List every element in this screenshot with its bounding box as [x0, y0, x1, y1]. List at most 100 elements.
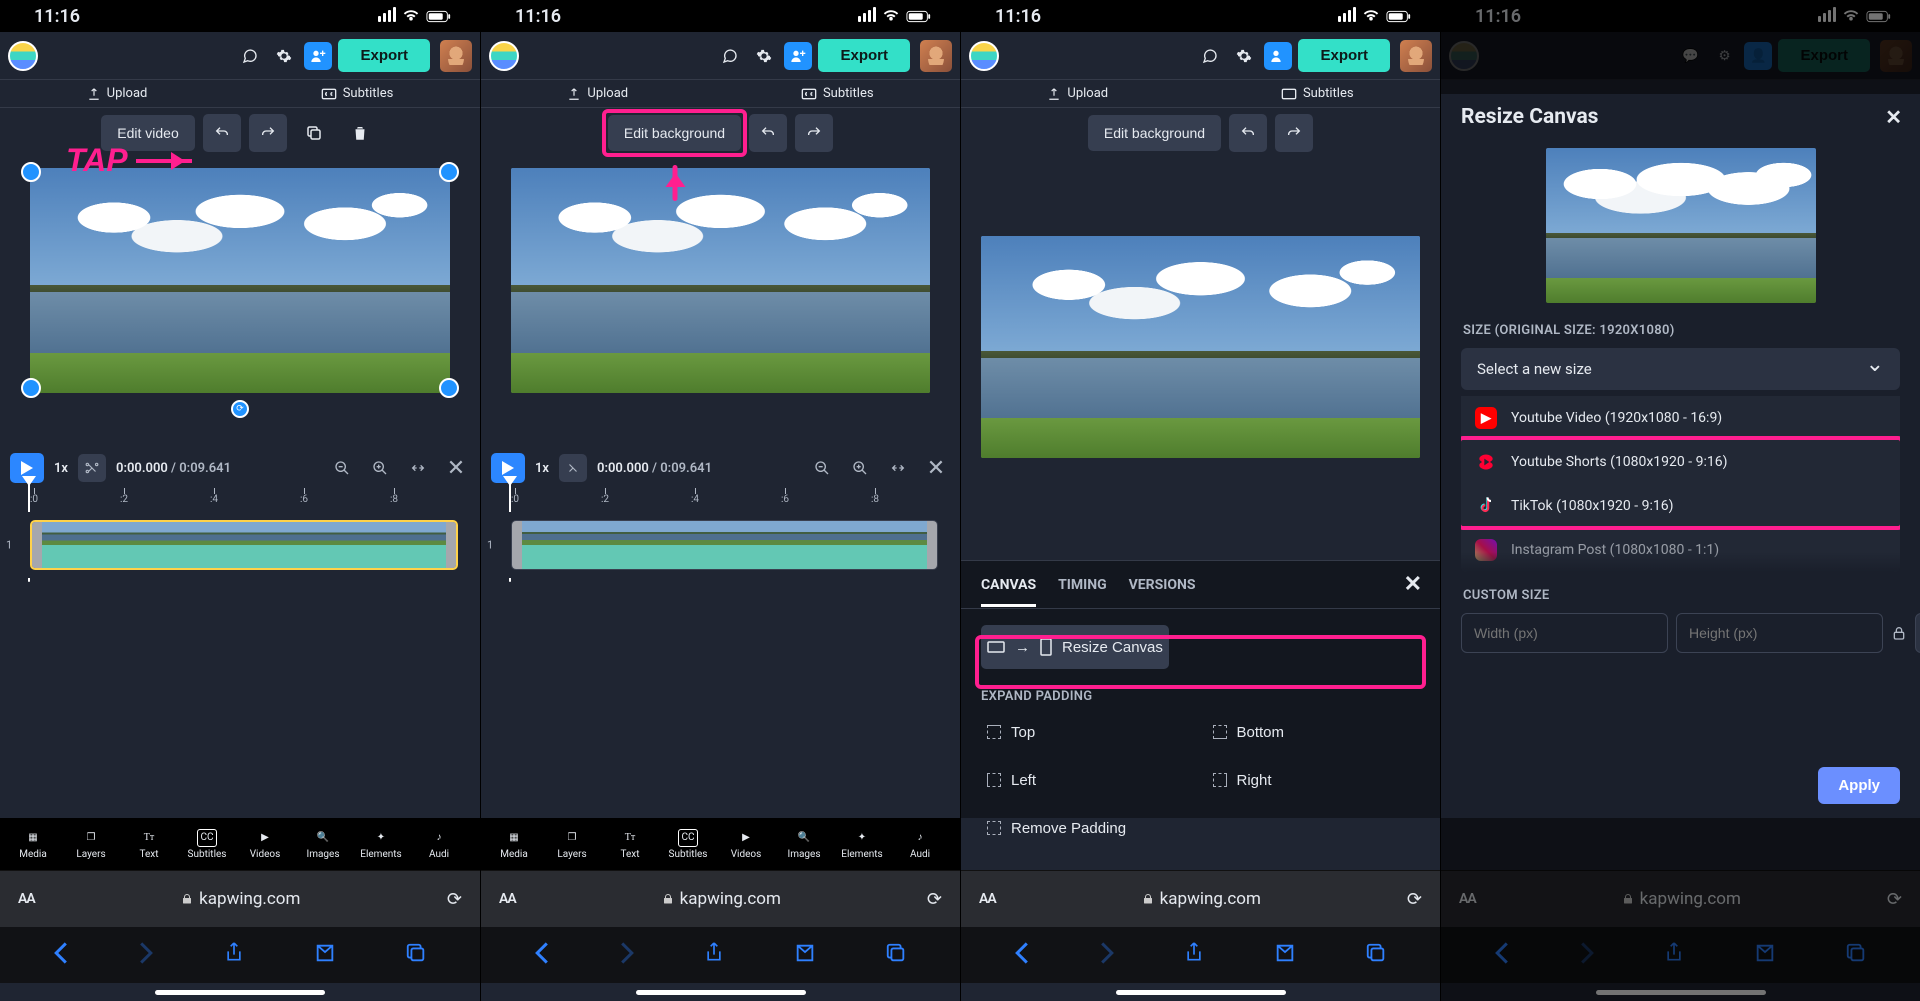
- app-logo[interactable]: [969, 41, 999, 71]
- user-avatar[interactable]: [1400, 40, 1432, 72]
- nav-elements[interactable]: ✦Elements: [833, 829, 891, 860]
- size-select[interactable]: Select a new size: [1461, 348, 1900, 390]
- speed-label[interactable]: 1x: [535, 461, 549, 476]
- nav-layers[interactable]: ❐Layers: [62, 829, 120, 860]
- timeline-ruler[interactable]: :0 :2 :4 :6 :8: [481, 488, 960, 512]
- resize-canvas-button[interactable]: → Resize Canvas: [981, 625, 1169, 669]
- rotate-handle[interactable]: ⟳: [231, 400, 249, 418]
- canvas-area[interactable]: ⟳: [0, 158, 480, 448]
- nav-text[interactable]: TᴛText: [601, 829, 659, 860]
- timeline-ruler[interactable]: :0 :2 :4 :6 :8: [0, 488, 480, 512]
- tabs-button[interactable]: [885, 942, 907, 968]
- fit-button[interactable]: [884, 454, 912, 482]
- undo-button[interactable]: [1229, 114, 1267, 152]
- nav-media[interactable]: ▦Media: [4, 829, 62, 860]
- settings-icon[interactable]: [750, 42, 778, 70]
- text-size-control[interactable]: AA: [18, 891, 35, 907]
- nav-subtitles[interactable]: CCSubtitles: [659, 829, 717, 860]
- subtitles-link[interactable]: Subtitles: [1281, 86, 1354, 101]
- close-playback-button[interactable]: ✕: [922, 454, 950, 482]
- option-youtube-video[interactable]: ▶ Youtube Video (1920x1080 - 16:9): [1461, 396, 1900, 440]
- lock-aspect-icon[interactable]: [1891, 618, 1907, 648]
- timeline-clip[interactable]: [511, 520, 938, 570]
- tab-timing[interactable]: TIMING: [1058, 577, 1107, 593]
- video-preview[interactable]: [981, 236, 1420, 458]
- text-size-control[interactable]: AA: [499, 891, 516, 907]
- nav-audio[interactable]: ♪Audi: [891, 829, 949, 860]
- app-logo[interactable]: [8, 41, 38, 71]
- option-youtube-shorts[interactable]: Youtube Shorts (1080x1920 - 9:16): [1461, 440, 1900, 484]
- option-tiktok[interactable]: TikTok (1080x1920 - 9:16): [1461, 484, 1900, 528]
- safari-address-bar[interactable]: AA kapwing.com ⟳: [481, 870, 960, 927]
- canvas-area[interactable]: [961, 158, 1440, 558]
- share-user-button[interactable]: [304, 42, 332, 70]
- canvas-area[interactable]: [481, 158, 960, 448]
- share-button[interactable]: [704, 941, 724, 969]
- export-button[interactable]: Export: [1298, 39, 1390, 72]
- reload-icon[interactable]: ⟳: [1407, 889, 1422, 910]
- subtitles-link[interactable]: Subtitles: [801, 86, 874, 101]
- share-user-button[interactable]: [784, 42, 812, 70]
- resize-handle-nw[interactable]: [21, 162, 41, 182]
- zoom-in-button[interactable]: [846, 454, 874, 482]
- pad-top-button[interactable]: Top: [981, 714, 1195, 750]
- bookmarks-button[interactable]: [1274, 942, 1296, 968]
- home-indicator[interactable]: [155, 990, 325, 995]
- split-button[interactable]: [78, 454, 106, 482]
- export-button[interactable]: Export: [338, 39, 430, 72]
- home-indicator[interactable]: [636, 990, 806, 995]
- close-playback-button[interactable]: ✕: [442, 454, 470, 482]
- redo-button[interactable]: [795, 114, 833, 152]
- resize-handle-se[interactable]: [439, 378, 459, 398]
- pad-left-button[interactable]: Left: [981, 762, 1195, 798]
- nav-audio[interactable]: ♪Audi: [410, 829, 468, 860]
- reload-icon[interactable]: ⟳: [927, 889, 942, 910]
- upload-link[interactable]: Upload: [87, 86, 148, 101]
- nav-images[interactable]: 🔍Images: [775, 829, 833, 860]
- edit-background-button[interactable]: Edit background: [608, 115, 741, 151]
- pad-bottom-button[interactable]: Bottom: [1207, 714, 1421, 750]
- settings-icon[interactable]: [1230, 42, 1258, 70]
- forward-button[interactable]: [1099, 941, 1115, 969]
- tabs-button[interactable]: [1365, 942, 1387, 968]
- tab-canvas[interactable]: CANVAS: [981, 577, 1036, 593]
- split-button[interactable]: [559, 454, 587, 482]
- timeline[interactable]: 1: [481, 512, 960, 578]
- undo-button[interactable]: [749, 114, 787, 152]
- upload-link[interactable]: Upload: [1047, 86, 1108, 101]
- fit-button[interactable]: [404, 454, 432, 482]
- resize-handle-ne[interactable]: [439, 162, 459, 182]
- safari-address-bar[interactable]: AA kapwing.com ⟳: [0, 870, 480, 927]
- bookmarks-button[interactable]: [314, 942, 336, 968]
- chat-icon[interactable]: [716, 42, 744, 70]
- forward-button[interactable]: [619, 941, 635, 969]
- timeline-clip[interactable]: [30, 520, 458, 570]
- safari-address-bar[interactable]: AA kapwing.com ⟳: [961, 870, 1440, 927]
- video-preview[interactable]: [511, 168, 930, 393]
- settings-icon[interactable]: [270, 42, 298, 70]
- nav-images[interactable]: 🔍Images: [294, 829, 352, 860]
- forward-button[interactable]: [138, 941, 154, 969]
- nav-videos[interactable]: ▶Videos: [717, 829, 775, 860]
- timeline[interactable]: 1: [0, 512, 480, 578]
- zoom-out-button[interactable]: [808, 454, 836, 482]
- nav-elements[interactable]: ✦Elements: [352, 829, 410, 860]
- back-button[interactable]: [534, 941, 550, 969]
- close-panel-button[interactable]: ✕: [1404, 572, 1422, 597]
- chat-icon[interactable]: [236, 42, 264, 70]
- export-button[interactable]: Export: [818, 39, 910, 72]
- redo-button[interactable]: [249, 114, 287, 152]
- height-input[interactable]: [1676, 613, 1883, 653]
- done-button[interactable]: Done: [1915, 613, 1920, 653]
- app-logo[interactable]: [489, 41, 519, 71]
- url-display[interactable]: kapwing.com: [1010, 889, 1393, 909]
- duplicate-button[interactable]: [295, 114, 333, 152]
- close-modal-button[interactable]: ✕: [1885, 105, 1902, 129]
- pad-right-button[interactable]: Right: [1207, 762, 1421, 798]
- share-user-button[interactable]: [1264, 42, 1292, 70]
- share-button[interactable]: [1184, 941, 1204, 969]
- nav-layers[interactable]: ❐Layers: [543, 829, 601, 860]
- tabs-button[interactable]: [405, 942, 427, 968]
- bookmarks-button[interactable]: [794, 942, 816, 968]
- user-avatar[interactable]: [920, 40, 952, 72]
